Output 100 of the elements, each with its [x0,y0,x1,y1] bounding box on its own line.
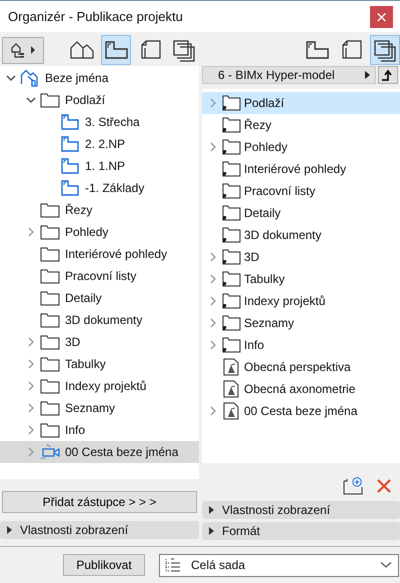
tree-item[interactable]: Podlaží [202,92,400,114]
shortcut-folder-icon [221,292,241,310]
tree-item[interactable]: Info [202,334,400,356]
tree-item[interactable]: Beze jména [0,67,199,89]
folder-icon [40,290,60,306]
folder-icon [40,400,60,416]
shortcut-folder-icon [221,270,241,288]
tree-item[interactable]: Podlaží [0,89,199,111]
tree-item[interactable]: Indexy projektů [0,375,199,397]
chevron-right-icon[interactable] [208,406,218,416]
document-icon [223,380,239,398]
chevron-down-icon[interactable] [6,73,16,83]
chevron-down-icon[interactable] [26,95,36,105]
hierarchy-icon [10,42,36,58]
tree-item[interactable]: Obecná perspektiva [202,356,400,378]
tree-item[interactable]: Seznamy [202,312,400,334]
publisher-set-dropdown[interactable]: 6 - BIMx Hyper-model [202,66,376,84]
shortcut-folder-icon [221,336,241,354]
tree-item[interactable]: Tabulky [202,268,400,290]
shortcut-folder-icon [221,160,241,178]
chevron-right-icon[interactable] [26,337,36,347]
tree-item[interactable]: Detaily [0,287,199,309]
floor-plan-icon [61,180,79,196]
panel-header[interactable]: Formát [202,522,400,540]
tree-item[interactable]: Pracovní listy [202,180,400,202]
chevron-right-icon[interactable] [26,381,36,391]
folder-icon [40,378,60,394]
tree-item[interactable]: Info [0,419,199,441]
folder-icon [40,356,60,372]
panel-header[interactable]: Vlastnosti zobrazení [0,521,199,539]
view-map-tab[interactable] [101,35,131,65]
folder-icon [40,224,60,240]
chevron-right-icon[interactable] [208,296,218,306]
chevron-right-icon[interactable] [26,359,36,369]
chevron-right-icon[interactable] [26,403,36,413]
floor-plan-icon [61,114,79,130]
tree-item[interactable]: Řezy [0,199,199,221]
site-map-button[interactable] [2,36,44,64]
tree-item[interactable]: -1. Základy [0,177,199,199]
floor-plan-icon [61,136,79,152]
chevron-right-icon[interactable] [208,318,218,328]
chevron-right-icon[interactable] [208,142,218,152]
video-camera-icon [39,444,61,460]
panel-header[interactable]: Vlastnosti zobrazení [202,501,400,519]
tree-item[interactable]: 3D dokumenty [202,224,400,246]
triangle-icon [365,70,371,79]
tree-item[interactable]: Interiérové pohledy [0,243,199,265]
tree-item[interactable]: Pohledy [202,136,400,158]
tree-item[interactable]: 00 Cesta beze jména [202,400,400,422]
tree-item[interactable]: 3D dokumenty [0,309,199,331]
up-button[interactable] [378,66,398,84]
building-icon [20,69,40,87]
shortcut-folder-icon [221,204,241,222]
tree-item[interactable]: Tabulky [0,353,199,375]
chevron-right-icon[interactable] [208,98,218,108]
shortcut-folder-icon [221,116,241,134]
shortcut-folder-icon [221,248,241,266]
tree-item[interactable]: Pracovní listy [0,265,199,287]
tree-item[interactable]: 3. Střecha [0,111,199,133]
chevron-right-icon[interactable] [208,274,218,284]
close-button[interactable]: × [370,6,393,28]
scope-dropdown[interactable]: Celá sada [159,554,399,576]
tree-item[interactable]: Obecná axonometrie [202,378,400,400]
tree-item[interactable]: 3D [202,246,400,268]
folder-icon [40,246,60,262]
folder-icon [40,334,60,350]
add-shortcut-button[interactable]: Přidat zástupce > > > [2,491,197,513]
tree-item[interactable]: Interiérové pohledy [202,158,400,180]
chevron-right-icon[interactable] [208,252,218,262]
document-icon [223,402,239,420]
tree-item[interactable]: Detaily [202,202,400,224]
chevron-right-icon[interactable] [26,227,36,237]
tree-item[interactable]: 00 Cesta beze jména [0,441,199,463]
tree-item[interactable]: 1. 1.NP [0,155,199,177]
tree-item[interactable]: Řezy [202,114,400,136]
triangle-icon [209,527,214,535]
chevron-down-icon [380,561,392,569]
folder-icon [40,312,60,328]
triangle-icon [7,526,12,534]
shortcut-folder-icon [221,182,241,200]
tree-item[interactable]: Indexy projektů [202,290,400,312]
tree-item[interactable]: Pohledy [0,221,199,243]
tree-item[interactable]: Seznamy [0,397,199,419]
chevron-right-icon[interactable] [26,447,36,457]
document-icon [223,358,239,376]
shortcut-folder-icon [221,314,241,332]
delete-icon[interactable] [376,478,392,494]
folder-icon [40,422,60,438]
folder-icon [40,268,60,284]
publish-button[interactable]: Publikovat [63,554,145,576]
tree-item[interactable]: 2. 2.NP [0,133,199,155]
folder-icon [40,92,60,108]
tree-item[interactable]: 3D [0,331,199,353]
publisher-sets-tab[interactable] [370,34,400,65]
chevron-right-icon[interactable] [26,425,36,435]
folder-icon [40,202,60,218]
shortcut-folder-icon [221,138,241,156]
triangle-icon [209,506,214,514]
new-folder-icon[interactable] [343,477,363,495]
chevron-right-icon[interactable] [208,340,218,350]
